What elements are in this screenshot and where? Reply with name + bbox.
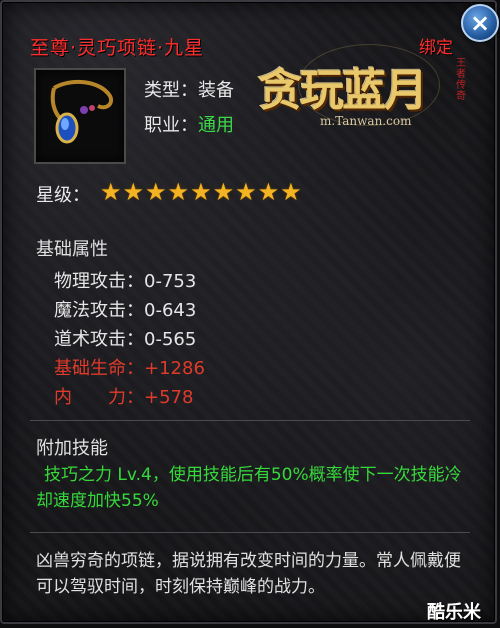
base-attrs-heading: 基础属性 — [36, 239, 108, 260]
attr-magic-attack: 魔法攻击：0-643 — [54, 300, 197, 321]
item-name: 至尊·灵巧项链·九星 — [30, 37, 205, 59]
watermark: 酷乐米 — [427, 602, 481, 623]
skill-heading: 附加技能 — [36, 438, 108, 459]
star-icon: ★ — [100, 178, 122, 206]
star-icon: ★ — [257, 178, 280, 206]
divider — [30, 420, 470, 421]
item-job-label: 职业： — [144, 115, 198, 136]
attr-base-hp: 基础生命：+1286 — [54, 358, 205, 379]
star-icon: ★ — [280, 178, 302, 206]
star-icon: ★ — [190, 178, 212, 206]
attr-physical-attack: 物理攻击：0-753 — [54, 271, 197, 292]
logo-url: m.Tanwan.com — [320, 114, 412, 128]
item-icon-slot — [34, 68, 126, 164]
star-icon: ★ — [122, 178, 145, 206]
star-icon: ★ — [235, 178, 257, 206]
logo-title: 贪玩蓝月 — [258, 65, 428, 116]
item-job-value: 通用 — [198, 115, 234, 136]
close-button[interactable]: × — [461, 4, 499, 42]
attr-taoist-attack: 道术攻击：0-565 — [54, 329, 197, 350]
star-rating: ★ ★ ★ ★ ★ ★ ★ ★ ★ — [100, 180, 302, 204]
game-logo: 贪玩蓝月 m.Tanwan.com 王者传奇 — [258, 44, 474, 140]
logo-seal: 王者传奇 — [456, 58, 466, 102]
item-description: 凶兽穷奇的项链，据说拥有改变时间的力量。常人佩戴便可以驾驭时间，时刻保持巅峰的战… — [36, 551, 461, 597]
item-type: 类型：装备 — [144, 80, 234, 101]
skill-text: 技巧之力 Lv.4，使用技能后有50%概率使下一次技能冷却速度加快55% — [36, 465, 462, 511]
star-icon: ★ — [167, 178, 190, 206]
divider — [30, 532, 470, 533]
attr-inner-power: 内 力：+578 — [54, 387, 194, 408]
item-job: 职业：通用 — [144, 111, 234, 137]
necklace-icon — [50, 79, 113, 144]
star-level-label: 星级： — [36, 185, 90, 206]
close-icon: × — [469, 9, 491, 37]
star-icon: ★ — [212, 178, 235, 206]
star-icon: ★ — [145, 178, 167, 206]
